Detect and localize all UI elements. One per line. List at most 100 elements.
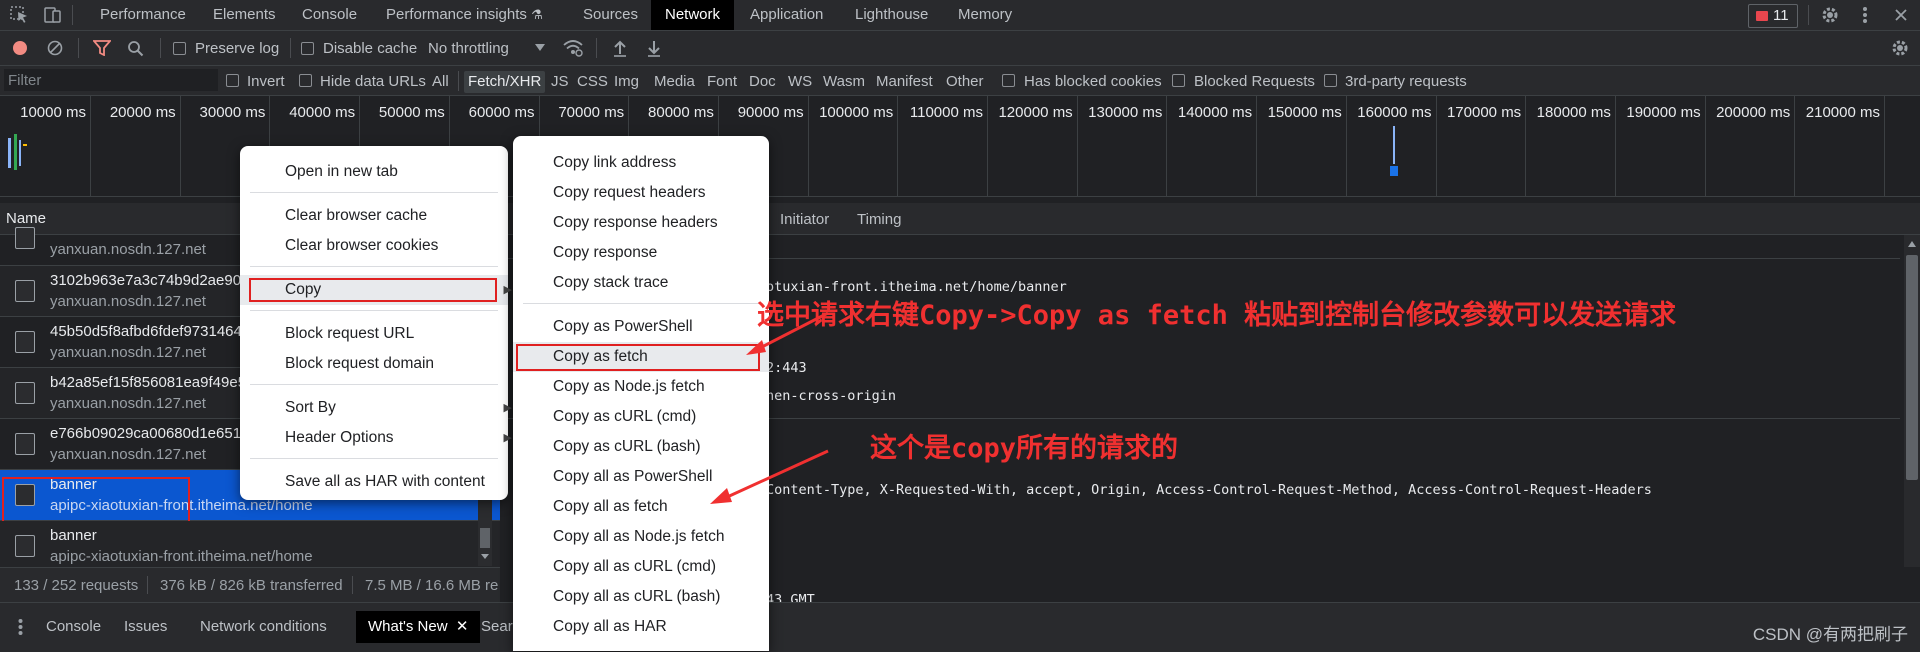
tab-application[interactable]: Application bbox=[750, 0, 823, 30]
settings-gear-icon[interactable] bbox=[1820, 5, 1840, 25]
menu-item-block-request-url[interactable]: Block request URL bbox=[240, 319, 508, 349]
list-item[interactable]: banner apipc-xiaotuxian-front.itheima.ne… bbox=[0, 521, 500, 568]
chevron-right-icon: ▶ bbox=[503, 432, 512, 444]
menu-item-copy-link-address[interactable]: Copy link address bbox=[513, 148, 769, 178]
drawer-tab-network-conditions[interactable]: Network conditions bbox=[200, 618, 327, 635]
menu-item-sort-by[interactable]: Sort By ▶ bbox=[240, 393, 512, 423]
more-options-icon[interactable] bbox=[1862, 5, 1868, 25]
filter-input[interactable] bbox=[4, 69, 218, 91]
hide-data-urls-checkbox[interactable] bbox=[299, 74, 312, 87]
menu-item-copy-response-headers[interactable]: Copy response headers bbox=[513, 208, 769, 238]
timeline-request-bars bbox=[1390, 126, 1398, 184]
invert-checkbox[interactable] bbox=[226, 74, 239, 87]
tab-sources[interactable]: Sources bbox=[583, 0, 638, 30]
menu-item-copy-as-curl-cmd[interactable]: Copy as cURL (cmd) bbox=[513, 402, 769, 432]
chevron-up-icon[interactable] bbox=[1908, 241, 1916, 247]
name-column-header[interactable]: Name bbox=[6, 210, 46, 227]
filter-type-all[interactable]: All bbox=[432, 73, 449, 90]
blocked-requests-checkbox[interactable] bbox=[1172, 74, 1185, 87]
filter-type-wasm[interactable]: Wasm bbox=[823, 73, 865, 90]
drawer-tab-whats-new[interactable]: What's New ✕ bbox=[356, 611, 481, 643]
divider bbox=[160, 38, 161, 58]
filter-type-media[interactable]: Media bbox=[654, 73, 695, 90]
record-icon[interactable] bbox=[12, 40, 28, 56]
document-icon bbox=[15, 331, 35, 353]
disable-cache-checkbox[interactable] bbox=[301, 42, 314, 55]
filter-type-other[interactable]: Other bbox=[946, 73, 984, 90]
divider bbox=[147, 576, 148, 594]
menu-item-copy-as-nodejs-fetch[interactable]: Copy as Node.js fetch bbox=[513, 372, 769, 402]
menu-item-copy-request-headers[interactable]: Copy request headers bbox=[513, 178, 769, 208]
tab-lighthouse[interactable]: Lighthouse bbox=[855, 0, 928, 30]
menu-item-block-request-domain[interactable]: Block request domain bbox=[240, 349, 508, 379]
throttling-select[interactable]: No throttling bbox=[428, 40, 509, 57]
scrollbar-thumb[interactable] bbox=[480, 528, 490, 548]
filter-type-ws[interactable]: WS bbox=[788, 73, 812, 90]
timeline-tick-label: 10000 ms bbox=[20, 104, 86, 121]
clear-log-icon[interactable] bbox=[47, 40, 63, 56]
details-scrollbar[interactable] bbox=[1904, 235, 1920, 567]
annotation-copy-all: 这个是copy所有的请求的 bbox=[870, 433, 1179, 464]
network-conditions-wifi-icon[interactable] bbox=[562, 39, 584, 57]
drawer-tab-search[interactable]: Sear bbox=[481, 618, 513, 635]
third-party-requests-checkbox[interactable] bbox=[1324, 74, 1337, 87]
timeline-gridline bbox=[987, 96, 988, 196]
menu-item-save-all-as-har[interactable]: Save all as HAR with content bbox=[240, 467, 508, 497]
timeline-gridline bbox=[1614, 96, 1616, 196]
menu-item-open-in-new-tab[interactable]: Open in new tab bbox=[240, 157, 508, 187]
menu-item-copy-as-powershell[interactable]: Copy as PowerShell bbox=[513, 312, 769, 342]
request-domain: yanxuan.nosdn.127.net bbox=[50, 395, 206, 412]
menu-item-copy-all-as-curl-cmd[interactable]: Copy all as cURL (cmd) bbox=[513, 552, 769, 582]
menu-item-clear-browser-cache[interactable]: Clear browser cache bbox=[240, 201, 508, 231]
filter-funnel-icon[interactable] bbox=[93, 40, 111, 56]
tab-network[interactable]: Network bbox=[651, 0, 735, 30]
filter-type-js[interactable]: JS bbox=[551, 73, 569, 90]
drawer-menu-icon[interactable] bbox=[18, 618, 23, 636]
filter-type-img[interactable]: Img bbox=[614, 73, 639, 90]
tab-elements[interactable]: Elements bbox=[213, 0, 276, 30]
timeline-tick-label: 150000 ms bbox=[1267, 104, 1342, 121]
filter-type-doc[interactable]: Doc bbox=[749, 73, 776, 90]
chevron-right-icon: ▶ bbox=[503, 402, 512, 414]
import-har-upload-icon[interactable] bbox=[612, 39, 628, 57]
filter-type-css[interactable]: CSS bbox=[577, 73, 608, 90]
device-toolbar-icon[interactable] bbox=[43, 5, 63, 25]
menu-item-header-options[interactable]: Header Options ▶ bbox=[240, 423, 512, 453]
preserve-log-checkbox[interactable] bbox=[173, 42, 186, 55]
search-icon[interactable] bbox=[127, 40, 144, 57]
timeline-gridline bbox=[807, 96, 809, 196]
has-blocked-cookies-checkbox[interactable] bbox=[1002, 74, 1015, 87]
chevron-down-icon[interactable] bbox=[535, 44, 545, 52]
menu-item-copy-all-as-har[interactable]: Copy all as HAR bbox=[513, 612, 769, 642]
close-devtools-icon[interactable] bbox=[1893, 7, 1909, 23]
filter-type-fetch-xhr[interactable]: Fetch/XHR bbox=[464, 71, 546, 93]
tab-timing[interactable]: Timing bbox=[857, 211, 901, 228]
export-har-download-icon[interactable] bbox=[646, 39, 662, 57]
menu-item-copy-all-as-nodejs-fetch[interactable]: Copy all as Node.js fetch bbox=[513, 522, 769, 552]
error-count-badge[interactable]: 11 bbox=[1748, 4, 1798, 28]
filter-type-font[interactable]: Font bbox=[707, 73, 737, 90]
filter-type-manifest[interactable]: Manifest bbox=[876, 73, 933, 90]
inspect-element-icon[interactable] bbox=[10, 6, 30, 24]
tab-performance-insights[interactable]: Performance insights ⚗ bbox=[386, 0, 543, 30]
network-status-bar: 133 / 252 requests 376 kB / 826 kB trans… bbox=[0, 567, 500, 602]
drawer-tab-issues[interactable]: Issues bbox=[124, 618, 167, 635]
chevron-down-icon[interactable] bbox=[481, 554, 489, 560]
menu-item-copy-all-as-curl-bash[interactable]: Copy all as cURL (bash) bbox=[513, 582, 769, 612]
annotation-arrow-icon bbox=[710, 449, 829, 504]
tab-performance[interactable]: Performance bbox=[100, 0, 186, 30]
tab-console[interactable]: Console bbox=[302, 0, 357, 30]
tab-memory[interactable]: Memory bbox=[958, 0, 1012, 30]
menu-item-copy-stack-trace[interactable]: Copy stack trace bbox=[513, 268, 769, 298]
request-domain: yanxuan.nosdn.127.net bbox=[50, 446, 206, 463]
preserve-log-label: Preserve log bbox=[195, 40, 280, 57]
scrollbar-thumb[interactable] bbox=[1906, 255, 1918, 480]
devtools-tab-bar: Performance Elements Console Performance… bbox=[0, 0, 1920, 31]
close-icon[interactable]: ✕ bbox=[456, 618, 469, 635]
network-settings-gear-icon[interactable] bbox=[1890, 38, 1910, 58]
tab-initiator[interactable]: Initiator bbox=[780, 211, 829, 228]
menu-item-clear-browser-cookies[interactable]: Clear browser cookies bbox=[240, 231, 508, 261]
menu-item-copy-response[interactable]: Copy response bbox=[513, 238, 769, 268]
drawer-tab-console[interactable]: Console bbox=[46, 618, 101, 635]
copy-submenu: Copy link address Copy request headers C… bbox=[513, 136, 769, 651]
